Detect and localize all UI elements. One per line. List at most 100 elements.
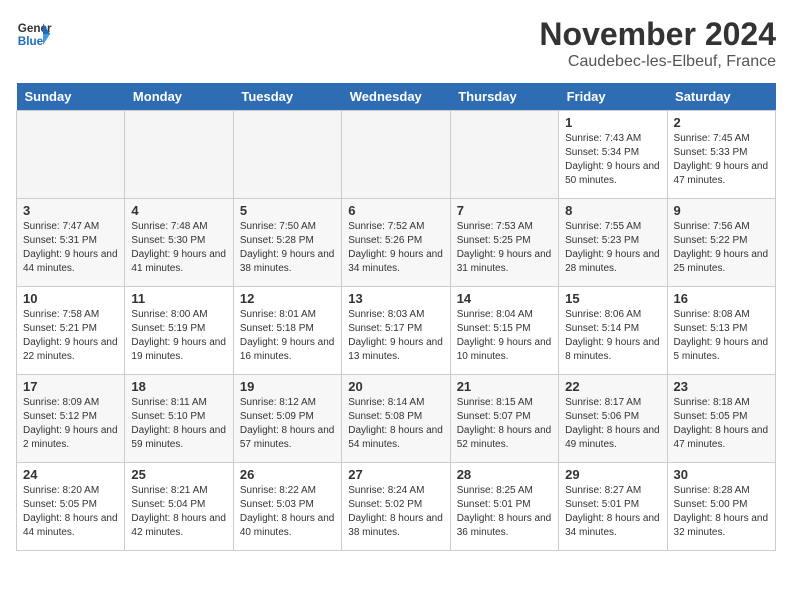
calendar-cell bbox=[233, 111, 341, 199]
calendar-cell: 5 Sunrise: 7:50 AMSunset: 5:28 PMDaylight… bbox=[233, 199, 341, 287]
day-number: 5 bbox=[240, 203, 335, 218]
logo: General Blue bbox=[16, 16, 52, 52]
day-info: Sunrise: 8:12 AMSunset: 5:09 PMDaylight:… bbox=[240, 396, 335, 452]
day-number: 22 bbox=[565, 379, 660, 394]
day-info: Sunrise: 8:22 AMSunset: 5:03 PMDaylight:… bbox=[240, 484, 335, 540]
month-title: November 2024 bbox=[539, 16, 776, 53]
calendar-cell: 1Sunrise: 7:43 AMSunset: 5:34 PMDaylight… bbox=[559, 111, 667, 199]
calendar-cell: 20 Sunrise: 8:14 AMSunset: 5:08 PMDayligh… bbox=[342, 375, 450, 463]
weekday-header-row: SundayMondayTuesdayWednesdayThursdayFrid… bbox=[17, 83, 776, 111]
day-info: Sunrise: 8:11 AMSunset: 5:10 PMDaylight:… bbox=[131, 396, 226, 452]
day-number: 26 bbox=[240, 467, 335, 482]
week-row-2: 3 Sunrise: 7:47 AMSunset: 5:31 PMDaylight… bbox=[17, 199, 776, 287]
day-info: Sunrise: 7:45 AMSunset: 5:33 PMDaylight:… bbox=[674, 132, 769, 188]
calendar-cell: 11 Sunrise: 8:00 AMSunset: 5:19 PMDayligh… bbox=[125, 287, 233, 375]
day-info: Sunrise: 8:09 AMSunset: 5:12 PMDaylight:… bbox=[23, 396, 118, 452]
day-info: Sunrise: 8:00 AMSunset: 5:19 PMDaylight:… bbox=[131, 308, 226, 364]
weekday-tuesday: Tuesday bbox=[233, 83, 341, 111]
day-info: Sunrise: 8:25 AMSunset: 5:01 PMDaylight:… bbox=[457, 484, 552, 540]
calendar-cell bbox=[125, 111, 233, 199]
day-info: Sunrise: 7:52 AMSunset: 5:26 PMDaylight:… bbox=[348, 220, 443, 276]
weekday-sunday: Sunday bbox=[17, 83, 125, 111]
day-info: Sunrise: 7:47 AMSunset: 5:31 PMDaylight:… bbox=[23, 220, 118, 276]
calendar-cell: 25 Sunrise: 8:21 AMSunset: 5:04 PMDayligh… bbox=[125, 463, 233, 551]
day-number: 3 bbox=[23, 203, 118, 218]
day-number: 14 bbox=[457, 291, 552, 306]
calendar-cell: 3 Sunrise: 7:47 AMSunset: 5:31 PMDaylight… bbox=[17, 199, 125, 287]
calendar-cell: 10 Sunrise: 7:58 AMSunset: 5:21 PMDayligh… bbox=[17, 287, 125, 375]
day-info: Sunrise: 8:24 AMSunset: 5:02 PMDaylight:… bbox=[348, 484, 443, 540]
day-number: 16 bbox=[674, 291, 769, 306]
calendar-cell: 12Sunrise: 8:01 AMSunset: 5:18 PMDayligh… bbox=[233, 287, 341, 375]
calendar-cell: 19 Sunrise: 8:12 AMSunset: 5:09 PMDayligh… bbox=[233, 375, 341, 463]
day-number: 15 bbox=[565, 291, 660, 306]
calendar-cell: 4 Sunrise: 7:48 AMSunset: 5:30 PMDaylight… bbox=[125, 199, 233, 287]
weekday-wednesday: Wednesday bbox=[342, 83, 450, 111]
calendar-cell: 22 Sunrise: 8:17 AMSunset: 5:06 PMDayligh… bbox=[559, 375, 667, 463]
day-number: 29 bbox=[565, 467, 660, 482]
calendar-cell: 27 Sunrise: 8:24 AMSunset: 5:02 PMDayligh… bbox=[342, 463, 450, 551]
day-number: 23 bbox=[674, 379, 769, 394]
calendar-cell: 26 Sunrise: 8:22 AMSunset: 5:03 PMDayligh… bbox=[233, 463, 341, 551]
location-title: Caudebec-les-Elbeuf, France bbox=[539, 53, 776, 71]
calendar-table: SundayMondayTuesdayWednesdayThursdayFrid… bbox=[16, 83, 776, 551]
day-number: 11 bbox=[131, 291, 226, 306]
day-info: Sunrise: 7:48 AMSunset: 5:30 PMDaylight:… bbox=[131, 220, 226, 276]
day-number: 24 bbox=[23, 467, 118, 482]
day-info: Sunrise: 7:55 AMSunset: 5:23 PMDaylight:… bbox=[565, 220, 660, 276]
day-number: 7 bbox=[457, 203, 552, 218]
day-info: Sunrise: 8:06 AMSunset: 5:14 PMDaylight:… bbox=[565, 308, 660, 364]
day-info: Sunrise: 7:43 AMSunset: 5:34 PMDaylight:… bbox=[565, 132, 660, 188]
day-number: 18 bbox=[131, 379, 226, 394]
calendar-cell: 28 Sunrise: 8:25 AMSunset: 5:01 PMDayligh… bbox=[450, 463, 558, 551]
day-number: 20 bbox=[348, 379, 443, 394]
weekday-monday: Monday bbox=[125, 83, 233, 111]
calendar-cell: 21 Sunrise: 8:15 AMSunset: 5:07 PMDayligh… bbox=[450, 375, 558, 463]
week-row-5: 24 Sunrise: 8:20 AMSunset: 5:05 PMDayligh… bbox=[17, 463, 776, 551]
calendar-cell: 2 Sunrise: 7:45 AMSunset: 5:33 PMDaylight… bbox=[667, 111, 775, 199]
day-info: Sunrise: 8:14 AMSunset: 5:08 PMDaylight:… bbox=[348, 396, 443, 452]
day-number: 19 bbox=[240, 379, 335, 394]
day-number: 2 bbox=[674, 115, 769, 130]
calendar-cell: 16 Sunrise: 8:08 AMSunset: 5:13 PMDayligh… bbox=[667, 287, 775, 375]
calendar-cell: 14 Sunrise: 8:04 AMSunset: 5:15 PMDayligh… bbox=[450, 287, 558, 375]
day-number: 25 bbox=[131, 467, 226, 482]
week-row-1: 1Sunrise: 7:43 AMSunset: 5:34 PMDaylight… bbox=[17, 111, 776, 199]
calendar-cell: 18 Sunrise: 8:11 AMSunset: 5:10 PMDayligh… bbox=[125, 375, 233, 463]
day-info: Sunrise: 8:20 AMSunset: 5:05 PMDaylight:… bbox=[23, 484, 118, 540]
calendar-cell: 29 Sunrise: 8:27 AMSunset: 5:01 PMDayligh… bbox=[559, 463, 667, 551]
header: General Blue November 2024 Caudebec-les-… bbox=[16, 16, 776, 71]
day-number: 10 bbox=[23, 291, 118, 306]
day-info: Sunrise: 8:08 AMSunset: 5:13 PMDaylight:… bbox=[674, 308, 769, 364]
calendar-cell: 17Sunrise: 8:09 AMSunset: 5:12 PMDayligh… bbox=[17, 375, 125, 463]
day-info: Sunrise: 7:53 AMSunset: 5:25 PMDaylight:… bbox=[457, 220, 552, 276]
day-info: Sunrise: 8:15 AMSunset: 5:07 PMDaylight:… bbox=[457, 396, 552, 452]
logo-icon: General Blue bbox=[16, 16, 52, 52]
calendar-cell bbox=[342, 111, 450, 199]
day-info: Sunrise: 8:21 AMSunset: 5:04 PMDaylight:… bbox=[131, 484, 226, 540]
day-info: Sunrise: 7:58 AMSunset: 5:21 PMDaylight:… bbox=[23, 308, 118, 364]
day-info: Sunrise: 8:03 AMSunset: 5:17 PMDaylight:… bbox=[348, 308, 443, 364]
svg-text:Blue: Blue bbox=[18, 35, 44, 48]
day-info: Sunrise: 8:17 AMSunset: 5:06 PMDaylight:… bbox=[565, 396, 660, 452]
day-number: 4 bbox=[131, 203, 226, 218]
calendar-cell bbox=[450, 111, 558, 199]
day-number: 6 bbox=[348, 203, 443, 218]
calendar-body: 1Sunrise: 7:43 AMSunset: 5:34 PMDaylight… bbox=[17, 111, 776, 551]
calendar-cell: 23Sunrise: 8:18 AMSunset: 5:05 PMDayligh… bbox=[667, 375, 775, 463]
day-number: 28 bbox=[457, 467, 552, 482]
day-number: 27 bbox=[348, 467, 443, 482]
day-number: 13 bbox=[348, 291, 443, 306]
calendar-cell: 15 Sunrise: 8:06 AMSunset: 5:14 PMDayligh… bbox=[559, 287, 667, 375]
calendar-cell: 7 Sunrise: 7:53 AMSunset: 5:25 PMDaylight… bbox=[450, 199, 558, 287]
day-info: Sunrise: 8:27 AMSunset: 5:01 PMDaylight:… bbox=[565, 484, 660, 540]
day-info: Sunrise: 8:04 AMSunset: 5:15 PMDaylight:… bbox=[457, 308, 552, 364]
day-info: Sunrise: 8:28 AMSunset: 5:00 PMDaylight:… bbox=[674, 484, 769, 540]
day-number: 21 bbox=[457, 379, 552, 394]
day-info: Sunrise: 7:50 AMSunset: 5:28 PMDaylight:… bbox=[240, 220, 335, 276]
calendar-cell: 30Sunrise: 8:28 AMSunset: 5:00 PMDayligh… bbox=[667, 463, 775, 551]
calendar-cell: 6 Sunrise: 7:52 AMSunset: 5:26 PMDaylight… bbox=[342, 199, 450, 287]
calendar-cell: 13 Sunrise: 8:03 AMSunset: 5:17 PMDayligh… bbox=[342, 287, 450, 375]
title-area: November 2024 Caudebec-les-Elbeuf, Franc… bbox=[539, 16, 776, 71]
day-number: 12 bbox=[240, 291, 335, 306]
